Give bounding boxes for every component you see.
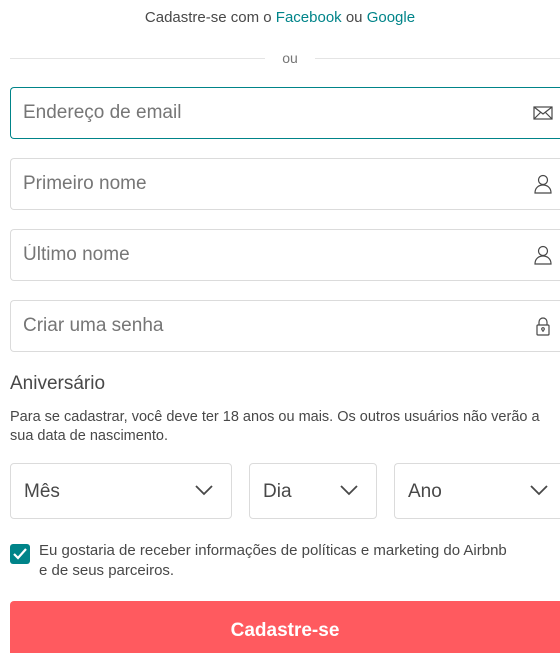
lock-icon [532,315,554,337]
email-field-container [10,87,560,139]
social-signup-prefix: Cadastre-se com o [144,9,276,26]
or-divider: ou [10,49,560,69]
person-icon [532,244,554,266]
chevron-down-icon [195,483,213,496]
envelope-icon [532,102,554,124]
year-select-value: Ano [408,481,442,502]
last-name-field-container [10,229,560,281]
year-select[interactable]: Ano [394,463,560,519]
birthday-description: Para se cadastrar, você deve ter 18 anos… [10,409,540,444]
checkmark-icon [13,548,27,560]
last-name-input[interactable] [11,230,523,280]
month-select[interactable]: Mês [10,463,232,519]
divider-line-left [10,58,265,59]
signup-submit-button[interactable]: Cadastre-se [10,601,560,653]
google-link[interactable]: Google [367,9,415,26]
first-name-field-container [10,158,560,210]
marketing-checkbox-label[interactable]: Eu gostaria de receber informações de po… [39,541,560,581]
birthday-title: Aniversário [10,373,106,394]
first-name-input[interactable] [11,159,523,209]
marketing-checkbox[interactable] [10,544,30,564]
marketing-label-line2: e de seus parceiros. [39,562,175,579]
day-select[interactable]: Dia [249,463,377,519]
person-icon [532,173,554,195]
facebook-link[interactable]: Facebook [276,9,342,26]
divider-text: ou [282,50,298,66]
marketing-label-line1: Eu gostaria de receber informações de po… [39,542,507,559]
divider-line-right [315,58,560,59]
chevron-down-icon [340,483,358,496]
email-input[interactable] [11,88,523,138]
day-select-value: Dia [263,481,292,502]
month-select-value: Mês [24,481,60,502]
social-signup-line: Cadastre-se com o Facebook ou Google [0,9,560,26]
chevron-down-icon [530,483,548,496]
social-signup-middle: ou [341,9,367,26]
password-input[interactable] [11,301,523,351]
password-field-container [10,300,560,352]
